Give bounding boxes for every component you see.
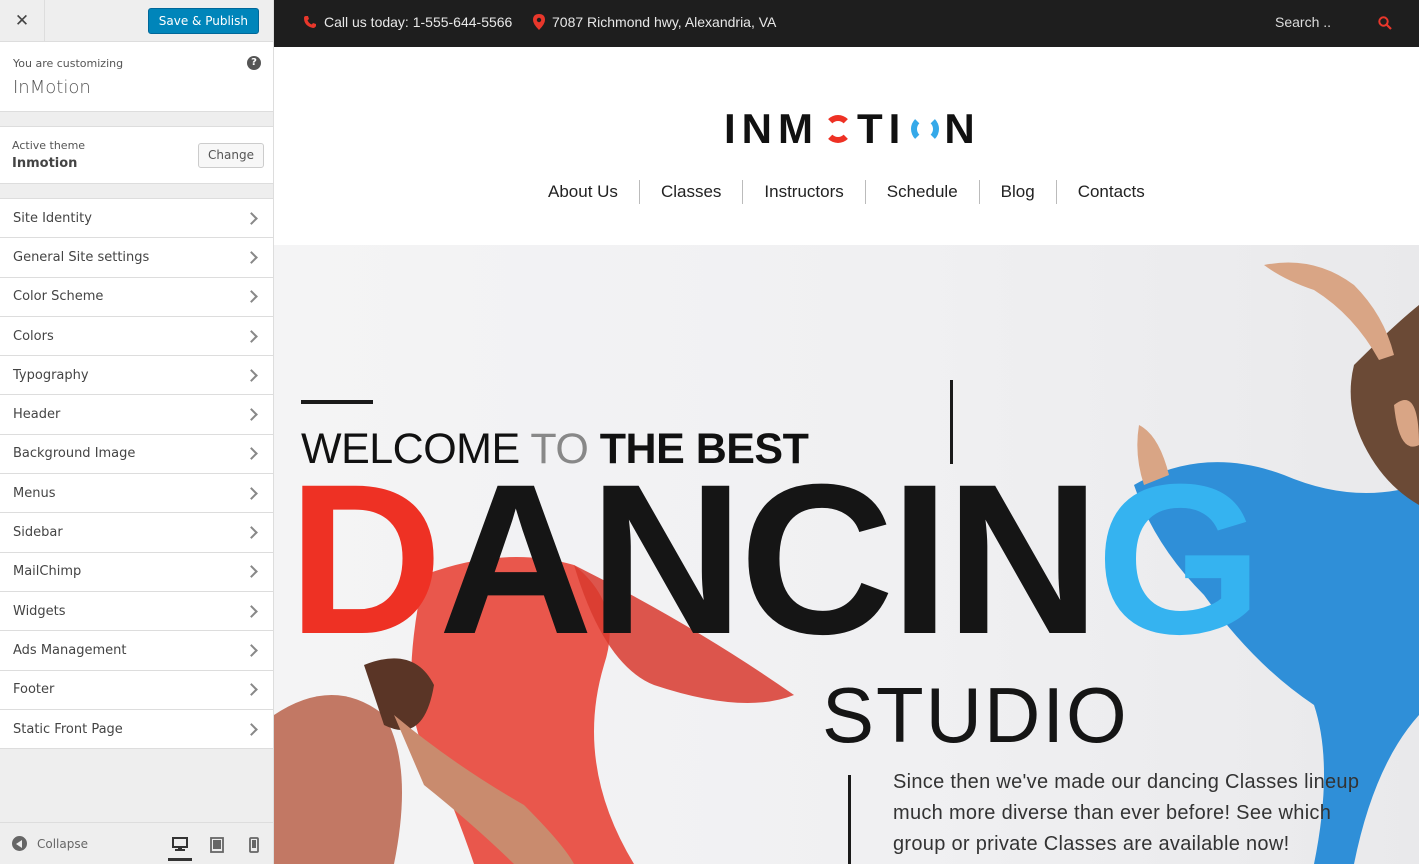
site-logo[interactable]: IN M TI N xyxy=(724,105,981,153)
topbar-address: 7087 Richmond hwy, Alexandria, VA xyxy=(533,14,776,30)
logo-text-m: M xyxy=(778,105,819,152)
chevron-right-icon xyxy=(245,526,258,539)
nav-blog[interactable]: Blog xyxy=(978,180,1056,204)
chevron-right-icon xyxy=(245,447,258,461)
hero-banner: WELCOME TO THE BEST DANCING STUDIO Since… xyxy=(274,245,1419,864)
section-label: Static Front Page xyxy=(13,721,123,737)
site-name: InMotion xyxy=(13,77,91,98)
address-text: 7087 Richmond hwy, Alexandria, VA xyxy=(552,14,777,30)
section-static-front-page[interactable]: Static Front Page xyxy=(0,709,273,750)
hero-dancing-title: DANCING xyxy=(288,453,1263,667)
chevron-right-icon xyxy=(245,368,258,382)
nav-classes[interactable]: Classes xyxy=(638,180,742,204)
section-background-image[interactable]: Background Image xyxy=(0,434,273,475)
chevron-right-icon xyxy=(245,251,258,264)
phone-text: Call us today: 1-555-644-5566 xyxy=(324,14,513,30)
help-icon[interactable]: ? xyxy=(247,56,261,70)
logo-red-o-icon xyxy=(824,115,852,143)
logo-blue-o-icon xyxy=(911,115,940,143)
chevron-right-icon xyxy=(245,211,258,225)
save-publish-button[interactable]: Save & Publish xyxy=(147,8,259,34)
collapse-button[interactable]: Collapse xyxy=(12,836,88,851)
chevron-right-icon xyxy=(245,565,258,579)
section-label: General Site settings xyxy=(13,249,150,265)
section-menus[interactable]: Menus xyxy=(0,474,273,514)
site-preview: Call us today: 1-555-644-5566 7087 Richm… xyxy=(274,0,1419,864)
section-label: Footer xyxy=(13,682,55,698)
main-navigation: About Us Classes Instructors Schedule Bl… xyxy=(527,180,1166,204)
section-label: Menus xyxy=(13,485,56,501)
section-sidebar[interactable]: Sidebar xyxy=(0,513,273,553)
collapse-label: Collapse xyxy=(37,836,88,851)
section-label: Color Scheme xyxy=(13,289,104,305)
section-footer[interactable]: Footer xyxy=(0,670,273,710)
section-label: MailChimp xyxy=(13,564,82,580)
logo-text-in: IN xyxy=(724,105,778,152)
dancing-middle: ANCIN xyxy=(438,440,1101,679)
hero-accent-line xyxy=(301,400,373,404)
section-header[interactable]: Header xyxy=(0,395,273,435)
hero-studio-title: STUDIO xyxy=(822,671,1129,759)
nav-contacts[interactable]: Contacts xyxy=(1055,180,1166,204)
customizer-footer: Collapse xyxy=(0,822,273,864)
customizer-header: ✕ Save & Publish xyxy=(0,0,273,42)
chevron-right-icon xyxy=(245,604,258,618)
chevron-right-icon xyxy=(245,408,258,421)
close-icon[interactable]: ✕ xyxy=(0,0,45,42)
section-label: Header xyxy=(13,407,61,423)
search-input[interactable]: Search .. xyxy=(1275,14,1331,30)
mobile-preview-icon[interactable] xyxy=(242,833,266,857)
description-divider-line xyxy=(848,775,851,864)
section-typography[interactable]: Typography xyxy=(0,356,273,396)
section-label: Typography xyxy=(13,367,89,383)
section-mailchimp[interactable]: MailChimp xyxy=(0,552,273,592)
chevron-right-icon xyxy=(245,290,258,304)
map-pin-icon xyxy=(533,14,545,30)
site-topbar: Call us today: 1-555-644-5566 7087 Richm… xyxy=(274,0,1419,47)
search-icon[interactable] xyxy=(1378,16,1392,30)
desktop-preview-icon[interactable] xyxy=(168,831,192,861)
customizing-info: You are customizing InMotion ? xyxy=(0,42,273,112)
chevron-right-icon xyxy=(245,644,258,657)
logo-text-n: N xyxy=(944,105,981,152)
section-label: Sidebar xyxy=(13,525,63,541)
customizer-sections: Site Identity General Site settings Colo… xyxy=(0,198,273,750)
section-colors[interactable]: Colors xyxy=(0,316,273,357)
nav-about-us[interactable]: About Us xyxy=(527,180,639,204)
hero-description: Since then we've made our dancing Classe… xyxy=(893,771,1360,855)
section-ads-management[interactable]: Ads Management xyxy=(0,631,273,671)
collapse-arrow-icon xyxy=(12,836,27,851)
section-color-scheme[interactable]: Color Scheme xyxy=(0,277,273,317)
change-theme-button[interactable]: Change xyxy=(198,143,264,168)
active-theme-panel: Active theme Inmotion Change xyxy=(0,126,273,184)
section-site-identity[interactable]: Site Identity xyxy=(0,199,273,239)
nav-schedule[interactable]: Schedule xyxy=(864,180,979,204)
topbar-phone: Call us today: 1-555-644-5566 xyxy=(303,14,512,30)
app-window: ✕ Save & Publish You are customizing InM… xyxy=(0,0,1419,864)
chevron-right-icon xyxy=(245,683,258,697)
customizing-label: You are customizing xyxy=(13,57,124,70)
dancing-letter-g: G xyxy=(1096,440,1262,679)
phone-icon xyxy=(304,16,316,28)
chevron-right-icon xyxy=(245,722,258,736)
nav-instructors[interactable]: Instructors xyxy=(742,180,864,204)
section-label: Widgets xyxy=(13,603,66,619)
tablet-preview-icon[interactable] xyxy=(205,833,229,857)
section-label: Site Identity xyxy=(13,210,92,226)
logo-text-ti: TI xyxy=(857,105,907,152)
customizer-sidebar: ✕ Save & Publish You are customizing InM… xyxy=(0,0,274,864)
chevron-right-icon xyxy=(245,486,258,500)
section-widgets[interactable]: Widgets xyxy=(0,591,273,632)
chevron-right-icon xyxy=(245,329,258,343)
section-label: Ads Management xyxy=(13,642,127,658)
section-label: Colors xyxy=(13,328,54,344)
dancing-letter-d: D xyxy=(288,440,443,679)
section-general-settings[interactable]: General Site settings xyxy=(0,238,273,278)
section-label: Background Image xyxy=(13,446,136,462)
